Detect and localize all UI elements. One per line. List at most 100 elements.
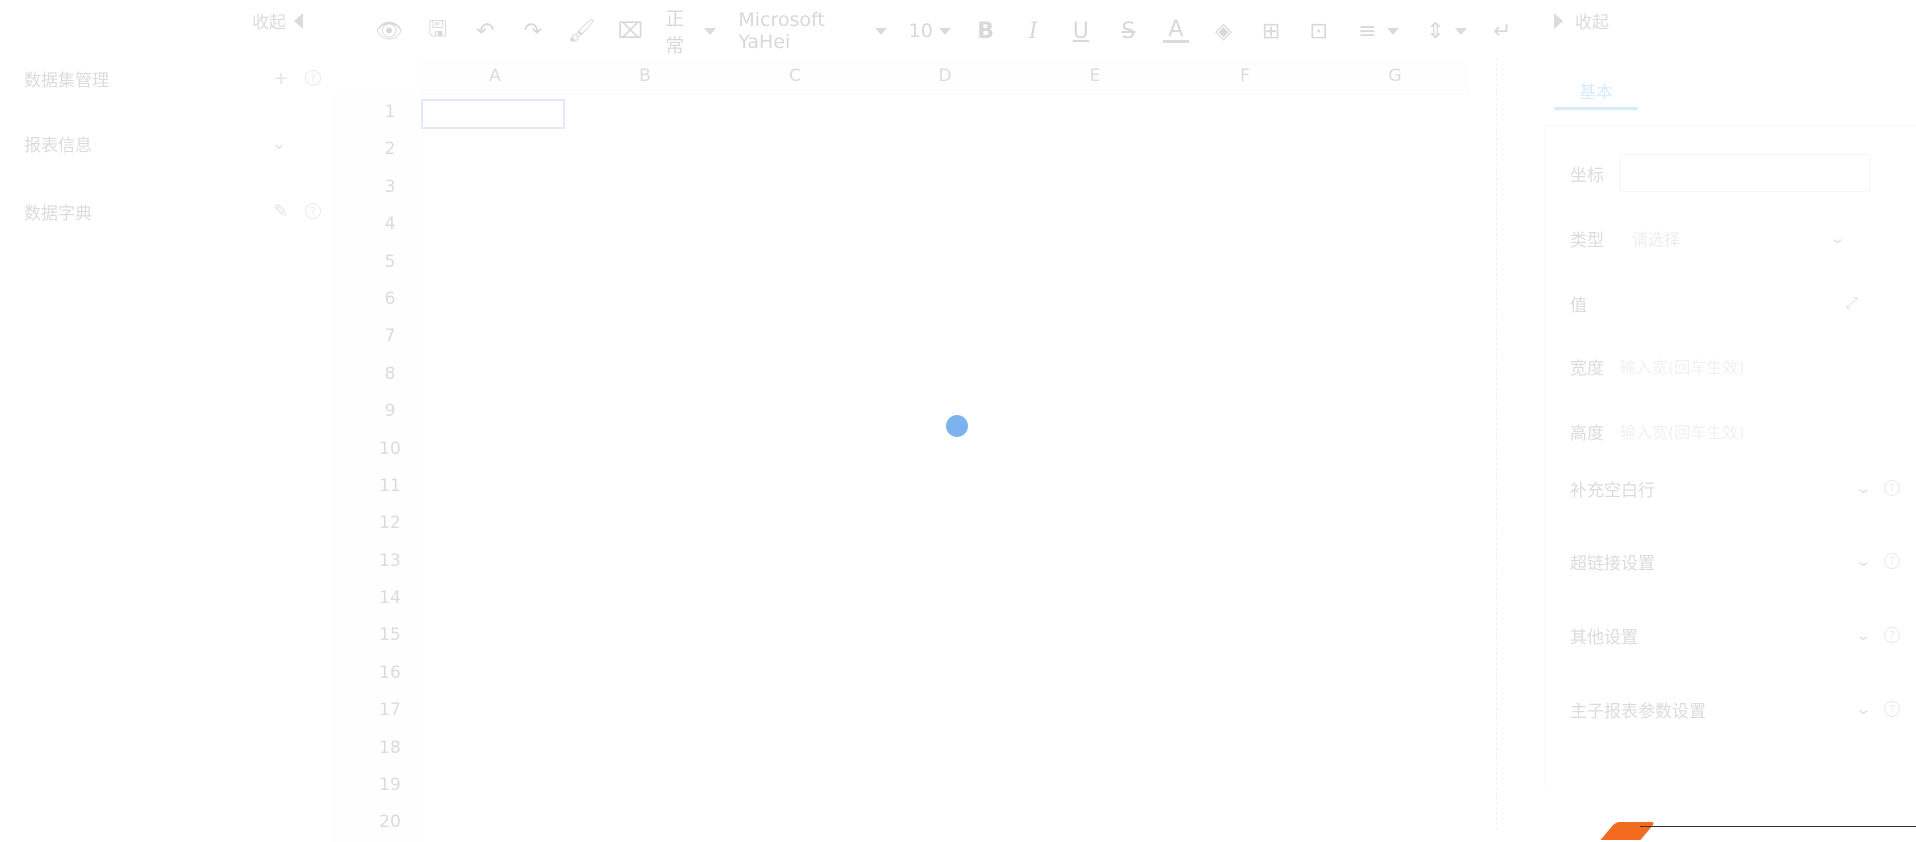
dataset-management-row[interactable]: 数据集管理 + ? — [24, 63, 324, 93]
coordinate-input[interactable] — [1620, 154, 1870, 192]
data-dictionary-label: 数据字典 — [24, 203, 92, 224]
selected-cell[interactable] — [421, 99, 565, 129]
font-family-select[interactable]: Microsoft YaHei — [738, 9, 887, 53]
width-input[interactable]: 输入宽(回车生效) — [1620, 354, 1745, 378]
height-label: 高度 — [1570, 423, 1604, 444]
collapse-right-button[interactable]: 收起 — [1554, 8, 1609, 33]
row-header-cell[interactable]: 20 — [330, 804, 420, 841]
preview-eye-icon[interactable]: 👁 — [375, 19, 403, 44]
chevron-down-icon: ⌄ — [1854, 700, 1873, 718]
row-header: 1 2 3 4 5 6 7 8 9 10 11 12 13 14 15 16 17 18 19 20 — [330, 94, 420, 842]
row-header-cell[interactable]: 16 — [330, 655, 420, 692]
help-icon[interactable]: ? — [1884, 627, 1900, 643]
settings-section[interactable]: 主子报表参数设置 ⌄? — [1570, 694, 1900, 724]
help-icon[interactable]: ? — [302, 67, 324, 89]
text-wrap-icon[interactable]: ↵ — [1489, 19, 1515, 44]
data-dictionary-row[interactable]: 数据字典 ✎ ? — [24, 196, 324, 226]
row-header-cell[interactable]: 8 — [330, 356, 420, 393]
column-header-cell[interactable]: G — [1320, 58, 1470, 94]
row-header-cell[interactable]: 7 — [330, 318, 420, 355]
horizontal-align-select[interactable]: ≡ — [1353, 18, 1400, 44]
column-header-cell[interactable]: F — [1170, 58, 1320, 94]
vertical-align-select[interactable]: ⇕ — [1421, 19, 1468, 44]
section-label: 超链接设置 — [1570, 553, 1655, 574]
add-icon[interactable]: + — [270, 67, 292, 89]
height-row: 高度 输入宽(回车生效) — [1570, 412, 1870, 450]
height-input[interactable]: 输入宽(回车生效) — [1620, 419, 1745, 443]
font-color-button[interactable]: A — [1163, 18, 1189, 43]
row-header-cell[interactable]: 1 — [330, 94, 420, 131]
row-header-cell[interactable]: 14 — [330, 580, 420, 617]
dataset-management-label: 数据集管理 — [24, 70, 109, 91]
tab-basic[interactable]: 基本 — [1554, 72, 1638, 110]
font-size-select[interactable]: 10 — [909, 20, 951, 42]
style-select-value: 正常 — [665, 8, 685, 57]
help-icon[interactable]: ? — [1884, 701, 1900, 717]
type-select-value: 请选择 — [1632, 230, 1681, 249]
column-header-cell[interactable]: A — [420, 58, 570, 94]
underline-button[interactable]: U — [1068, 19, 1094, 44]
row-header-cell[interactable]: 9 — [330, 393, 420, 430]
column-header-cell[interactable]: E — [1020, 58, 1170, 94]
chevron-down-icon: ⌄ — [1828, 229, 1847, 247]
italic-button[interactable]: I — [1020, 19, 1046, 44]
settings-section[interactable]: 补充空白行 ⌄? — [1570, 473, 1900, 503]
section-label: 主子报表参数设置 — [1570, 701, 1706, 722]
strikethrough-button[interactable]: S — [1116, 19, 1142, 44]
bold-button[interactable]: B — [973, 19, 999, 44]
row-header-cell[interactable]: 18 — [330, 730, 420, 767]
section-label: 补充空白行 — [1570, 480, 1655, 501]
report-info-row[interactable]: 报表信息 ⌄ — [24, 128, 324, 158]
caret-down-icon — [1387, 27, 1400, 35]
column-header-cell[interactable]: C — [720, 58, 870, 94]
settings-section[interactable]: 其他设置 ⌄? — [1570, 620, 1900, 650]
width-label: 宽度 — [1570, 358, 1604, 379]
column-header-cell[interactable]: D — [870, 58, 1020, 94]
row-header-cell[interactable]: 3 — [330, 169, 420, 206]
value-input[interactable]: ⤢ — [1620, 284, 1870, 322]
collapse-left-button[interactable]: 收起 — [252, 8, 303, 33]
row-header-cell[interactable]: 19 — [330, 767, 420, 804]
row-header-cell[interactable]: 13 — [330, 543, 420, 580]
row-header-cell[interactable]: 12 — [330, 505, 420, 542]
row-header-cell[interactable]: 17 — [330, 692, 420, 729]
type-select[interactable]: 请选择 ⌄ — [1620, 219, 1870, 257]
align-left-icon: ≡ — [1358, 18, 1377, 44]
help-icon[interactable]: ? — [1884, 553, 1900, 569]
edit-icon[interactable]: ✎ — [270, 200, 292, 222]
caret-down-icon — [874, 27, 887, 35]
row-header-cell[interactable]: 6 — [330, 281, 420, 318]
caret-down-icon — [704, 27, 717, 35]
size-select-value: 10 — [908, 20, 933, 42]
undo-icon[interactable]: ↶ — [473, 19, 499, 44]
merge-cells-icon[interactable]: ⊡ — [1306, 19, 1332, 44]
left-panel: 收起 数据集管理 + ? 报表信息 ⌄ 数据字典 ✎ ? — [0, 0, 331, 830]
row-header-cell[interactable]: 11 — [330, 468, 420, 505]
expand-icon[interactable]: ⤢ — [1845, 293, 1858, 313]
settings-section[interactable]: 超链接设置 ⌄? — [1570, 546, 1900, 576]
border-icon[interactable]: ⊞ — [1258, 19, 1284, 44]
toolbar: 👁 🖫 ↶ ↷ 🖌 ⌧ 正常 Microsoft YaHei 10 B I U … — [375, 8, 1515, 57]
row-header-cell[interactable]: 10 — [330, 431, 420, 468]
caret-down-icon — [1455, 27, 1468, 35]
value-row: 值 ⤢ — [1570, 284, 1870, 322]
fill-color-icon[interactable]: ◈ — [1211, 19, 1237, 44]
help-icon[interactable]: ? — [1884, 480, 1900, 496]
design-boundary-line — [1496, 58, 1497, 830]
redo-icon[interactable]: ↷ — [520, 19, 546, 44]
orange-shape — [1600, 822, 1656, 840]
save-icon[interactable]: 🖫 — [425, 12, 451, 50]
row-header-cell[interactable]: 15 — [330, 617, 420, 654]
chevron-down-icon[interactable]: ⌄ — [268, 132, 290, 154]
spreadsheet-grid[interactable]: ABCDEFG 1 2 3 4 5 6 7 8 9 10 11 12 13 14 15 16 17 18 19 20 — [330, 58, 1496, 842]
column-header-cell[interactable]: B — [570, 58, 720, 94]
format-painter-icon[interactable]: 🖌 — [568, 19, 596, 44]
row-header-cell[interactable]: 2 — [330, 131, 420, 168]
row-header-cell[interactable]: 5 — [330, 244, 420, 281]
caret-left-icon — [294, 12, 303, 29]
style-select[interactable]: 正常 — [665, 4, 717, 58]
type-row: 类型 请选择 ⌄ — [1570, 219, 1870, 257]
clear-format-icon[interactable]: ⌧ — [618, 19, 644, 44]
help-icon[interactable]: ? — [302, 200, 324, 222]
row-header-cell[interactable]: 4 — [330, 206, 420, 243]
